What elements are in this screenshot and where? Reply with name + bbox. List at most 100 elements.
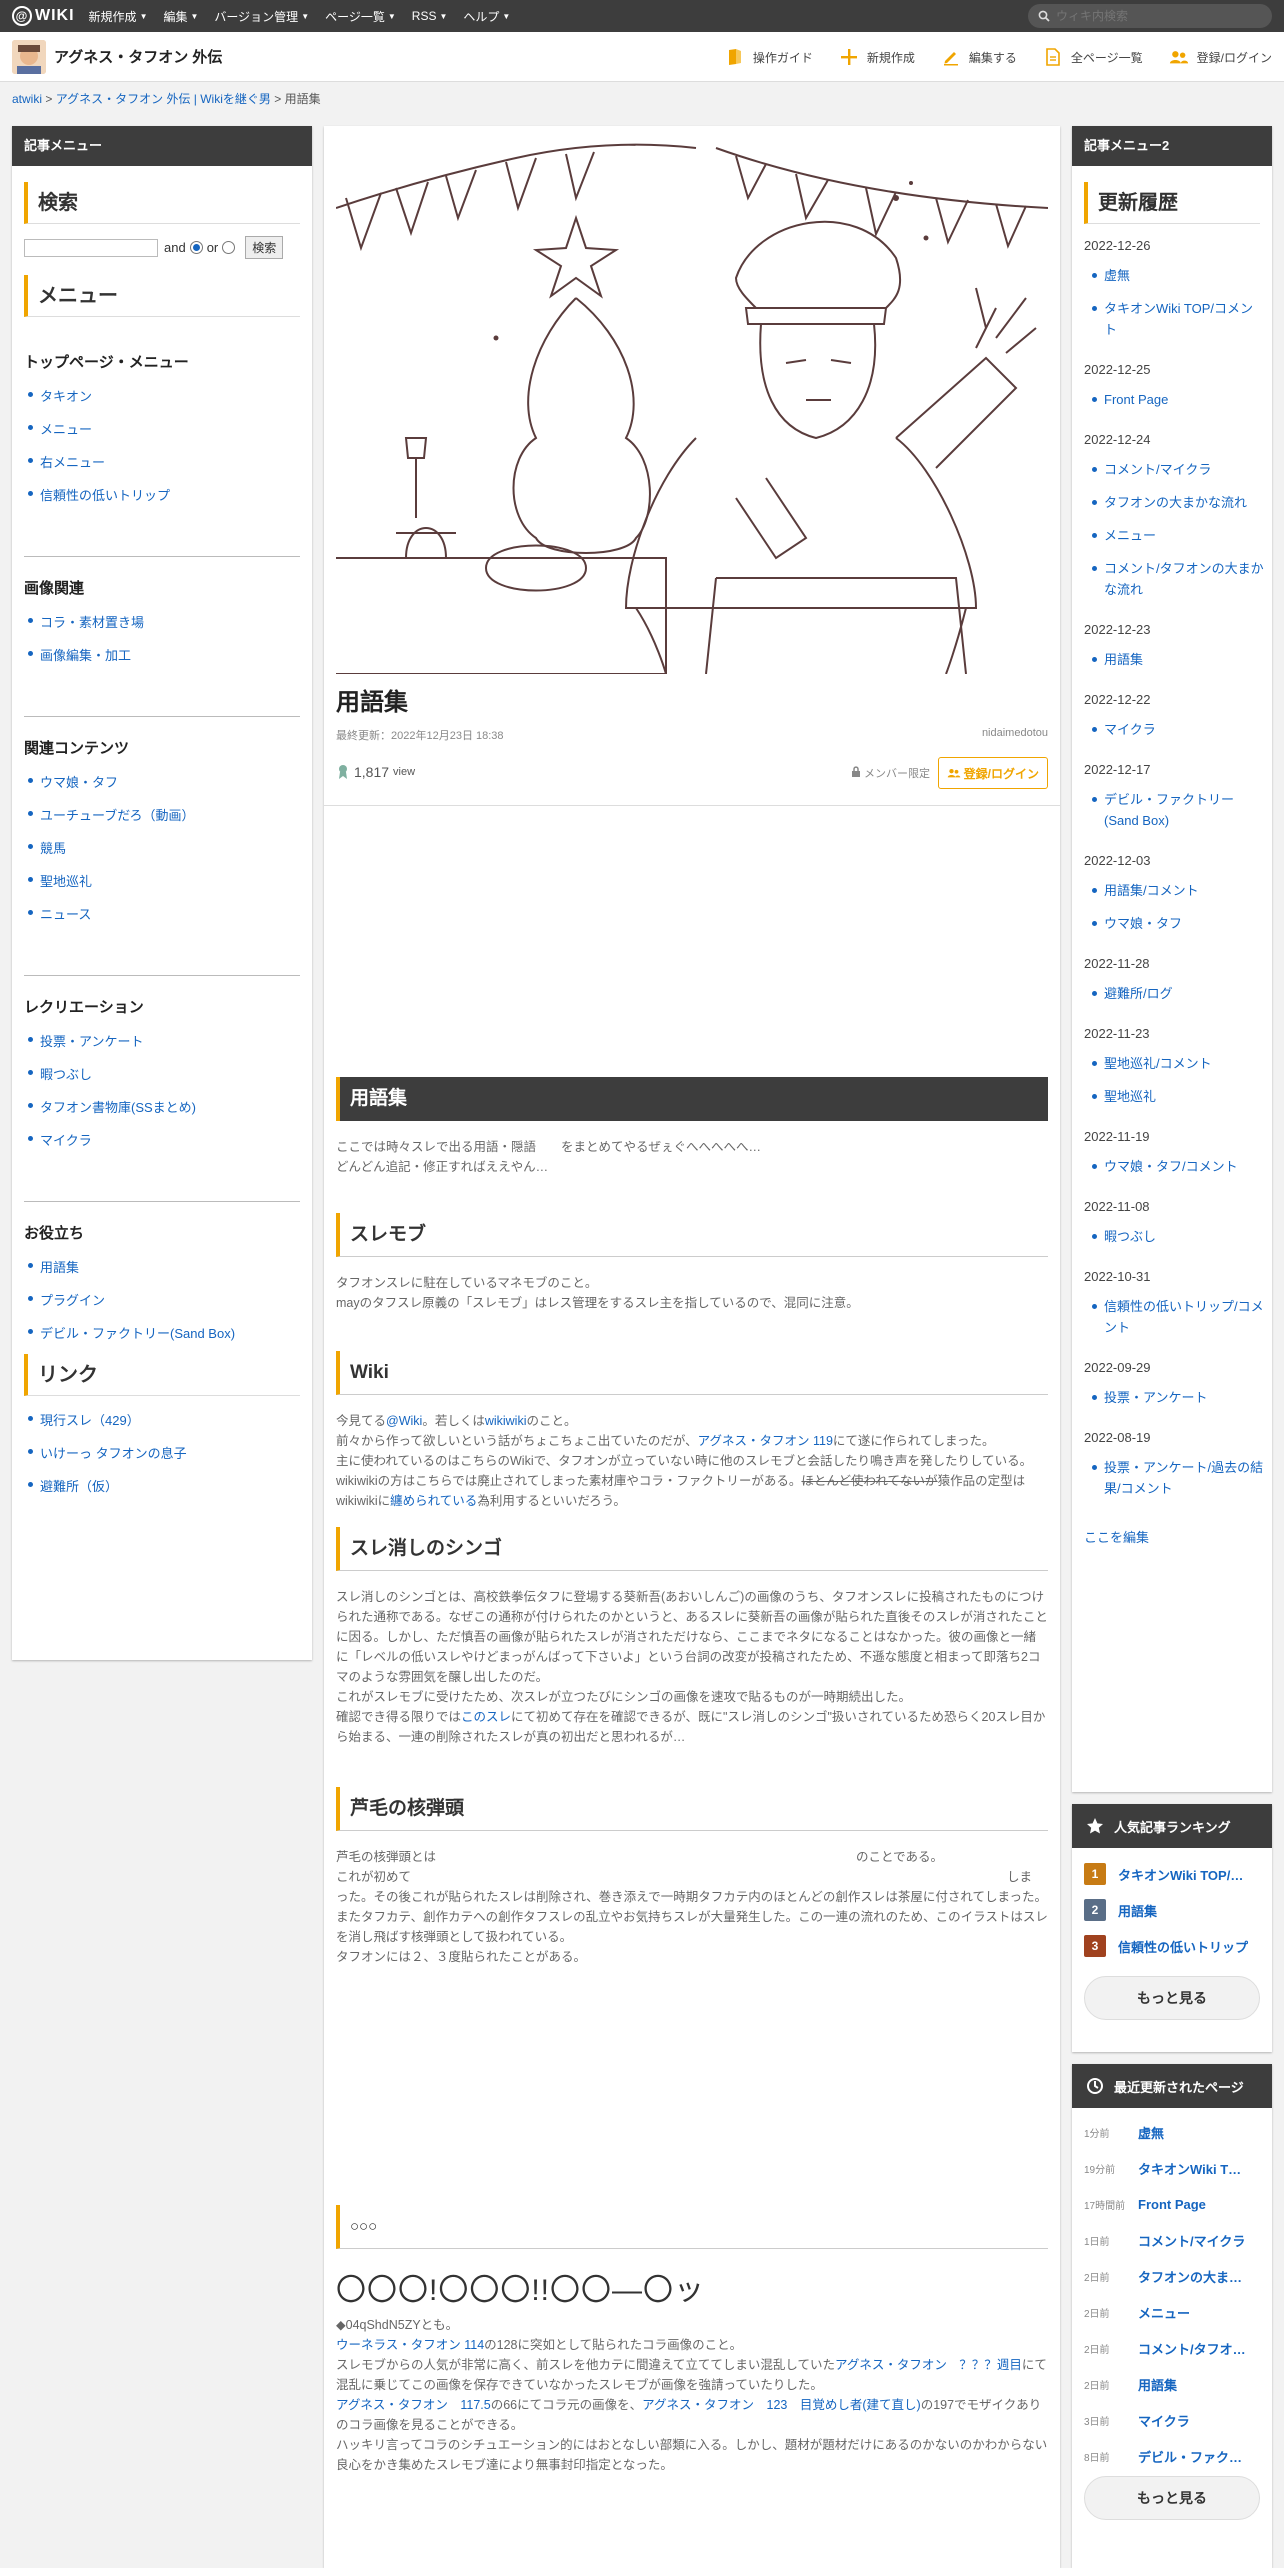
menu-help[interactable]: ヘルプ ▼ xyxy=(463,8,510,25)
menu-item-trip[interactable]: 信頼性の低いトリップ xyxy=(28,485,312,504)
menu-item-sandbox[interactable]: デビル・ファクトリー(Sand Box) xyxy=(28,1323,312,1342)
recent-item[interactable]: 3日前 マイクラ xyxy=(1084,2402,1272,2438)
ranking-item[interactable]: 1 タキオンWiki TOP/… xyxy=(1084,1856,1272,1892)
history-item[interactable]: 用語集/コメント xyxy=(1092,880,1264,901)
history-item[interactable]: 投票・アンケート xyxy=(1092,1387,1264,1408)
thread-114-link[interactable]: ウーネラス・タフオン 114 xyxy=(336,2338,484,2352)
menu-item-image-edit[interactable]: 画像編集・加工 xyxy=(28,645,312,664)
recent-item[interactable]: 17時間前 Front Page xyxy=(1084,2186,1272,2222)
history-item[interactable]: 暇つぶし xyxy=(1092,1226,1264,1247)
history-item[interactable]: タキオンWiki TOP/コメント xyxy=(1092,298,1264,340)
breadcrumb-atwiki[interactable]: atwiki xyxy=(12,92,42,106)
ranking-more-button[interactable]: もっと見る xyxy=(1084,1976,1260,2020)
menu-rss[interactable]: RSS ▼ xyxy=(412,9,448,23)
recent-more-button[interactable]: もっと見る xyxy=(1084,2476,1260,2520)
or-radio[interactable] xyxy=(222,241,236,254)
menu-item-cora[interactable]: コラ・素材置き場 xyxy=(28,612,312,631)
menu-item-right-menu[interactable]: 右メニュー xyxy=(28,452,312,471)
menu-item-seichi[interactable]: 聖地巡礼 xyxy=(28,871,312,890)
history-item[interactable]: 信頼性の低いトリップ/コメント xyxy=(1092,1296,1264,1338)
recent-title[interactable]: タキオンWiki T… xyxy=(1138,2159,1256,2178)
recent-item[interactable]: 2日前 タフオンの大ま… xyxy=(1084,2258,1272,2294)
history-item[interactable]: 投票・アンケート/過去の結果/コメント xyxy=(1092,1457,1264,1499)
this-thread-link[interactable]: このスレ xyxy=(461,1710,511,1724)
recent-title[interactable]: タフオンの大ま… xyxy=(1138,2267,1256,2286)
history-item[interactable]: 聖地巡礼/コメント xyxy=(1092,1053,1264,1074)
and-radio[interactable] xyxy=(189,241,203,254)
menu-version[interactable]: バージョン管理 ▼ xyxy=(214,8,309,25)
menu-search-input[interactable] xyxy=(24,238,158,257)
menu-item-takion[interactable]: タキオン xyxy=(28,386,312,405)
history-item[interactable]: 虚無 xyxy=(1092,265,1264,286)
menu-pages[interactable]: ページ一覧 ▼ xyxy=(325,8,396,25)
history-item[interactable]: 聖地巡礼 xyxy=(1092,1086,1264,1107)
thread-119-link[interactable]: アグネス・タフオン 119 xyxy=(698,1434,833,1448)
recent-title[interactable]: デビル・ファク… xyxy=(1138,2447,1256,2466)
recent-item[interactable]: 19分前 タキオンWiki T… xyxy=(1084,2150,1272,2186)
recent-title[interactable]: コメント/タフオ… xyxy=(1138,2339,1256,2358)
recent-item[interactable]: 8日前 デビル・ファク… xyxy=(1084,2438,1272,2474)
menu-edit[interactable]: 編集 ▼ xyxy=(163,8,198,25)
menu-new[interactable]: 新規作成 ▼ xyxy=(89,8,148,25)
edit-button[interactable]: 編集する xyxy=(941,47,1017,67)
menu-item-youtube[interactable]: ユーチューブだろ（動画） xyxy=(28,805,312,824)
recent-item[interactable]: 2日前 コメント/タフオ… xyxy=(1084,2330,1272,2366)
menu-item-himatsubushi[interactable]: 暇つぶし xyxy=(28,1064,312,1083)
login-button[interactable]: 登録/ログイン xyxy=(1169,47,1272,67)
recent-title[interactable]: マイクラ xyxy=(1138,2411,1256,2430)
recent-title[interactable]: コメント/マイクラ xyxy=(1138,2231,1256,2250)
breadcrumb-site[interactable]: アグネス・タフオン 外伝 | Wikiを継ぐ男 xyxy=(56,92,271,106)
menu-item-glossary[interactable]: 用語集 xyxy=(28,1257,312,1276)
all-pages-button[interactable]: 全ページ一覧 xyxy=(1043,47,1143,67)
menu-item-plugin[interactable]: プラグイン xyxy=(28,1290,312,1309)
wikiwiki-link[interactable]: wikiwiki xyxy=(485,1414,527,1428)
new-page-button[interactable]: 新規作成 xyxy=(839,47,915,67)
recent-title[interactable]: Front Page xyxy=(1138,2197,1256,2212)
menu-item-minecraft[interactable]: マイクラ xyxy=(28,1130,312,1149)
author-name[interactable]: nidaimedotou xyxy=(982,727,1048,743)
history-item[interactable]: 避難所/ログ xyxy=(1092,983,1264,1004)
thread-unknown-link[interactable]: アグネス・タフオン ？？？週目 xyxy=(835,2358,1022,2372)
menu-item-vote[interactable]: 投票・アンケート xyxy=(28,1031,312,1050)
wiki-search-input[interactable] xyxy=(1056,9,1256,23)
recent-item[interactable]: 2日前 用語集 xyxy=(1084,2366,1272,2402)
recent-title[interactable]: 虚無 xyxy=(1138,2123,1256,2142)
link-tafuon-son[interactable]: いけーっ タフオンの息子 xyxy=(28,1443,312,1462)
history-item[interactable]: ウマ娘・タフ xyxy=(1092,913,1264,934)
recent-item[interactable]: 1日前 コメント/マイクラ xyxy=(1084,2222,1272,2258)
history-item[interactable]: マイクラ xyxy=(1092,719,1264,740)
ranking-item[interactable]: 3 信頼性の低いトリップ xyxy=(1084,1928,1272,1964)
menu-item-uma[interactable]: ウマ娘・タフ xyxy=(28,772,312,791)
edit-link[interactable]: ここを編集 xyxy=(1084,1527,1272,1546)
menu-item-keiba[interactable]: 競馬 xyxy=(28,838,312,857)
menu-item-news[interactable]: ニュース xyxy=(28,904,312,923)
atwiki-link[interactable]: @Wiki xyxy=(386,1414,422,1428)
history-item[interactable]: タフオンの大まかな流れ xyxy=(1092,492,1264,513)
history-item[interactable]: デビル・ファクトリー(Sand Box) xyxy=(1092,789,1264,831)
history-item[interactable]: メニュー xyxy=(1092,525,1264,546)
thread-123-link[interactable]: アグネス・タフオン 123 目覚めし者(建て直し) xyxy=(642,2398,921,2412)
history-item[interactable]: ウマ娘・タフ/コメント xyxy=(1092,1156,1264,1177)
link-current-thread[interactable]: 現行スレ（429） xyxy=(28,1410,312,1429)
site-title[interactable]: アグネス・タフオン 外伝 xyxy=(54,46,222,67)
menu-search-button[interactable]: 検索 xyxy=(245,236,284,259)
recent-title[interactable]: 用語集 xyxy=(1138,2375,1256,2394)
recent-item[interactable]: 1分前 虚無 xyxy=(1084,2114,1272,2150)
wiki-search-box[interactable] xyxy=(1028,4,1272,28)
atwiki-logo[interactable]: @ WIKI xyxy=(12,6,75,26)
site-avatar[interactable] xyxy=(12,39,46,74)
recent-title[interactable]: メニュー xyxy=(1138,2303,1256,2322)
menu-item-menu[interactable]: メニュー xyxy=(28,419,312,438)
login-register-button[interactable]: 登録/ログイン xyxy=(937,757,1048,789)
history-item[interactable]: コメント/マイクラ xyxy=(1092,459,1264,480)
history-item[interactable]: Front Page xyxy=(1092,389,1264,410)
thread-117-link[interactable]: アグネス・タフオン 117.5 xyxy=(336,2398,491,2412)
summary-link[interactable]: 纏められている xyxy=(390,1494,477,1508)
recent-item[interactable]: 2日前 メニュー xyxy=(1084,2294,1272,2330)
menu-item-ss[interactable]: タフオン書物庫(SSまとめ) xyxy=(28,1097,312,1116)
history-item[interactable]: コメント/タフオンの大まかな流れ xyxy=(1092,558,1264,600)
history-item[interactable]: 用語集 xyxy=(1092,649,1264,670)
guide-button[interactable]: 操作ガイド xyxy=(725,47,813,67)
link-refuge[interactable]: 避難所（仮） xyxy=(28,1476,312,1495)
ranking-item[interactable]: 2 用語集 xyxy=(1084,1892,1272,1928)
